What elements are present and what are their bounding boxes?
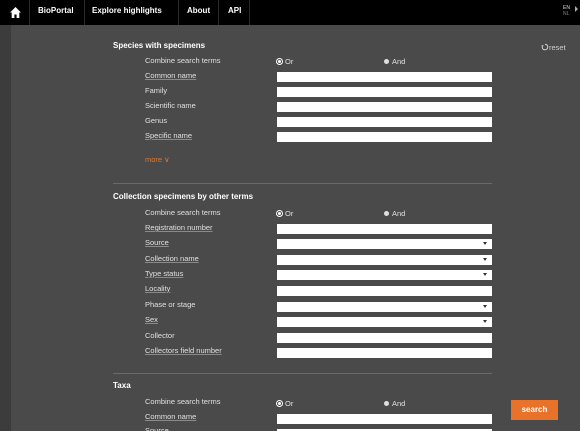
radio-or-label: Or <box>285 399 294 408</box>
radio-or[interactable]: Or <box>277 57 293 66</box>
label-taxa-common-name: Common name <box>145 412 197 421</box>
taxa-common-name-input[interactable] <box>277 414 492 424</box>
section-divider <box>113 373 492 374</box>
collectors-field-number-input[interactable] <box>277 348 492 358</box>
lang-nl[interactable]: NL <box>563 11 570 17</box>
label-taxa-source: Source <box>145 426 169 431</box>
radio-or-label: Or <box>285 209 294 218</box>
section-title-collection: Collection specimens by other terms <box>113 192 254 201</box>
label-type-status: Type status <box>145 269 184 278</box>
section-title-species: Species with specimens <box>113 41 206 50</box>
radio-and-label: And <box>392 209 406 218</box>
label-locality: Locality <box>145 284 171 293</box>
label-collection-name: Collection name <box>145 254 199 263</box>
radio-selected-icon <box>277 210 282 216</box>
label-scientific-name: Scientific name <box>145 101 196 110</box>
label-phase-or-stage: Phase or stage <box>145 300 196 309</box>
nav-about[interactable]: About <box>187 6 210 15</box>
label-collector: Collector <box>145 331 175 340</box>
collector-input[interactable] <box>277 333 492 343</box>
label-source: Source <box>145 238 169 247</box>
home-icon[interactable] <box>9 6 22 19</box>
top-navigation-bar: BioPortal Explore highlights About API E… <box>0 0 580 25</box>
nav-divider <box>218 0 219 25</box>
locality-input[interactable] <box>277 286 492 296</box>
radio-and[interactable]: And <box>384 209 405 218</box>
combine-search-terms-label: Combine search terms <box>145 56 221 65</box>
nav-divider <box>84 0 85 25</box>
combine-search-terms-label: Combine search terms <box>145 208 221 217</box>
radio-or[interactable]: Or <box>277 209 293 218</box>
reset-button[interactable]: reset <box>541 43 566 52</box>
radio-unselected-icon <box>384 58 389 64</box>
specific-name-input[interactable] <box>277 132 492 142</box>
source-select[interactable] <box>277 239 492 249</box>
left-gutter <box>0 25 11 431</box>
label-family: Family <box>145 86 168 95</box>
registration-number-input[interactable] <box>277 224 492 234</box>
phase-or-stage-select[interactable] <box>277 302 492 312</box>
common-name-input[interactable] <box>277 72 492 82</box>
nav-divider <box>178 0 179 25</box>
radio-and-label: And <box>392 57 406 66</box>
radio-or[interactable]: Or <box>277 399 293 408</box>
combine-search-terms-label: Combine search terms <box>145 397 221 406</box>
radio-selected-icon <box>277 400 282 406</box>
label-collectors-field-number: Collectors field number <box>145 346 222 355</box>
radio-unselected-icon <box>384 210 389 216</box>
chevron-down-icon <box>483 258 487 261</box>
radio-and-label: And <box>392 399 406 408</box>
label-common-name: Common name <box>145 71 197 80</box>
nav-explore-highlights[interactable]: Explore highlights <box>92 6 162 15</box>
family-input[interactable] <box>277 87 492 97</box>
type-status-select[interactable] <box>277 270 492 280</box>
label-registration-number: Registration number <box>145 223 213 232</box>
collection-name-select[interactable] <box>277 255 492 265</box>
more-link[interactable]: more ∨ <box>145 155 170 164</box>
chevron-down-icon <box>483 305 487 308</box>
section-title-taxa: Taxa <box>113 381 131 390</box>
label-sex: Sex <box>145 315 158 324</box>
section-divider <box>113 183 492 184</box>
chevron-down-icon <box>483 273 487 276</box>
radio-and[interactable]: And <box>384 57 405 66</box>
reset-icon <box>541 43 549 51</box>
chevron-down-icon <box>483 320 487 323</box>
nav-api[interactable]: API <box>228 6 241 15</box>
radio-unselected-icon <box>384 400 389 406</box>
sex-select[interactable] <box>277 317 492 327</box>
chevron-down-icon <box>483 242 487 245</box>
label-genus: Genus <box>145 116 168 125</box>
nav-divider <box>29 0 30 25</box>
label-specific-name: Specific name <box>145 131 193 140</box>
language-switcher[interactable]: EN NL <box>563 5 570 17</box>
genus-input[interactable] <box>277 117 492 127</box>
scientific-name-input[interactable] <box>277 102 492 112</box>
radio-selected-icon <box>277 58 282 64</box>
search-button[interactable]: search <box>511 400 558 420</box>
nav-bioportal[interactable]: BioPortal <box>38 6 74 15</box>
radio-and[interactable]: And <box>384 399 405 408</box>
reset-label: reset <box>549 43 566 52</box>
language-caret-icon[interactable] <box>575 6 578 12</box>
nav-divider <box>249 0 250 25</box>
radio-or-label: Or <box>285 57 294 66</box>
